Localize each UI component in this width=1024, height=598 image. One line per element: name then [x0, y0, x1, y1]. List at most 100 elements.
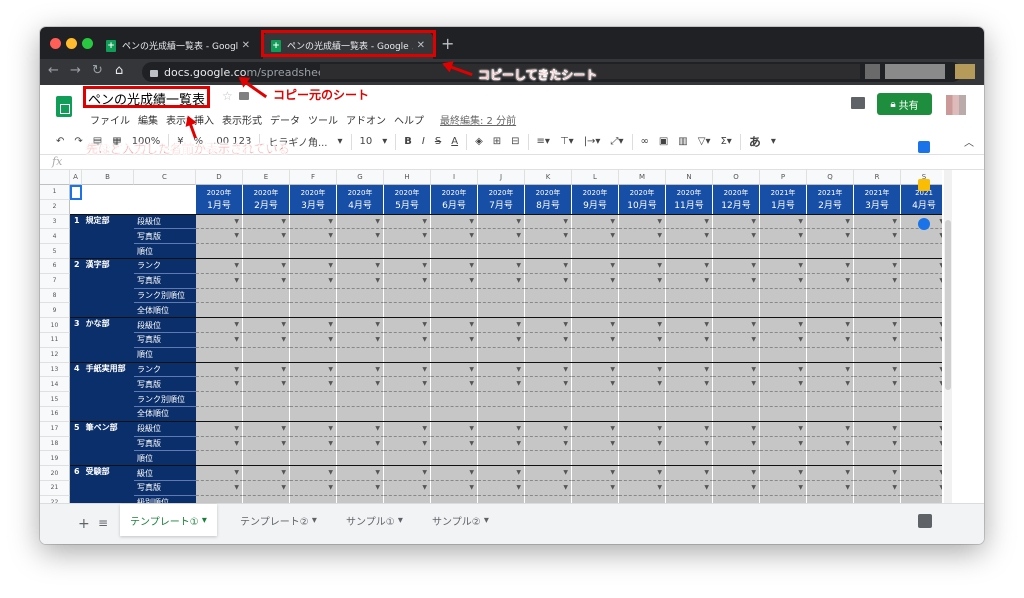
data-cell[interactable]: ▼: [854, 333, 901, 348]
back-icon[interactable]: ←: [48, 63, 59, 78]
dropdown-icon[interactable]: ▼: [845, 484, 850, 491]
dropdown-icon[interactable]: ▼: [845, 321, 850, 328]
sheet-tab-template2[interactable]: テンプレート② ▾: [230, 504, 327, 536]
data-cell[interactable]: [901, 347, 942, 363]
data-cell[interactable]: [290, 495, 337, 503]
sheet-tab-sample1[interactable]: サンプル① ▾: [336, 504, 413, 536]
dropdown-icon[interactable]: ▼: [892, 366, 897, 373]
data-cell[interactable]: ▼: [478, 466, 525, 481]
data-cell[interactable]: ▼: [431, 436, 478, 452]
month-header-cell[interactable]: 2020年 2月号: [243, 185, 290, 215]
data-cell[interactable]: ▼: [478, 214, 525, 230]
dropdown-icon[interactable]: ▼: [375, 469, 380, 476]
data-cell[interactable]: ▼: [666, 273, 713, 289]
dropdown-icon[interactable]: ▼: [704, 440, 709, 447]
dropdown-icon[interactable]: ▼: [845, 380, 850, 387]
dropdown-icon[interactable]: ▼: [610, 277, 615, 284]
dropdown-icon[interactable]: ▼: [516, 336, 521, 343]
selected-cell[interactable]: [70, 185, 82, 200]
data-cell[interactable]: ▼: [807, 377, 854, 393]
data-cell[interactable]: ▼: [619, 362, 666, 378]
data-cell[interactable]: [854, 451, 901, 467]
data-cell[interactable]: ▼: [384, 259, 431, 274]
data-cell[interactable]: [384, 244, 431, 259]
dropdown-icon[interactable]: ▼: [234, 232, 239, 239]
data-cell[interactable]: ▼: [572, 362, 619, 378]
dropdown-icon[interactable]: ▼: [281, 218, 286, 225]
data-cell[interactable]: ▼: [760, 421, 807, 437]
data-cell[interactable]: [572, 451, 619, 467]
data-cell[interactable]: ▼: [196, 259, 243, 274]
data-cell[interactable]: [431, 451, 478, 467]
row-header[interactable]: 12: [40, 347, 70, 363]
data-cell[interactable]: ▼: [196, 229, 243, 245]
data-cell[interactable]: [572, 347, 619, 363]
data-cell[interactable]: [713, 303, 760, 319]
row-header[interactable]: 13: [40, 362, 70, 378]
data-cell[interactable]: [807, 495, 854, 503]
keep-icon[interactable]: [918, 179, 930, 191]
data-cell[interactable]: [431, 303, 478, 319]
dropdown-icon[interactable]: ▼: [328, 440, 333, 447]
dropdown-icon[interactable]: ▼: [892, 440, 897, 447]
data-cell[interactable]: ▼: [760, 259, 807, 274]
data-cell[interactable]: ▼: [713, 481, 760, 496]
dropdown-icon[interactable]: ▼: [375, 440, 380, 447]
dropdown-icon[interactable]: ▼: [798, 469, 803, 476]
data-cell[interactable]: [572, 303, 619, 319]
data-cell[interactable]: ▼: [807, 362, 854, 378]
data-cell[interactable]: [478, 288, 525, 304]
data-cell[interactable]: ▼: [478, 481, 525, 496]
dropdown-icon[interactable]: ▼: [328, 218, 333, 225]
dropdown-icon[interactable]: ▼: [751, 218, 756, 225]
data-cell[interactable]: ▼: [290, 259, 337, 274]
dropdown-icon[interactable]: ▼: [234, 380, 239, 387]
data-cell[interactable]: [619, 303, 666, 319]
data-cell[interactable]: ▼: [431, 466, 478, 481]
item-label[interactable]: 写真版: [134, 333, 196, 348]
data-cell[interactable]: ▼: [525, 333, 572, 348]
data-cell[interactable]: ▼: [431, 377, 478, 393]
data-cell[interactable]: [666, 347, 713, 363]
dropdown-icon[interactable]: ▼: [939, 232, 942, 239]
comment-icon[interactable]: [851, 97, 865, 109]
dropdown-icon[interactable]: ▼: [657, 425, 662, 432]
merge-cells-icon[interactable]: ⊟: [506, 136, 524, 147]
dropdown-icon[interactable]: ▼: [563, 440, 568, 447]
dropdown-icon[interactable]: ▼: [281, 425, 286, 432]
row-header[interactable]: 4: [40, 229, 70, 245]
row-header[interactable]: 2: [40, 199, 70, 215]
column-header[interactable]: M: [619, 170, 666, 185]
data-cell[interactable]: [525, 303, 572, 319]
dropdown-icon[interactable]: ▼: [469, 277, 474, 284]
item-label[interactable]: 順位: [134, 244, 196, 259]
data-cell[interactable]: ▼: [619, 318, 666, 333]
data-cell[interactable]: ▼: [807, 229, 854, 245]
data-cell[interactable]: [619, 347, 666, 363]
chevron-down-icon[interactable]: ▾: [332, 136, 347, 147]
data-cell[interactable]: [901, 303, 942, 319]
dropdown-icon[interactable]: ▼: [469, 321, 474, 328]
data-cell[interactable]: [337, 288, 384, 304]
data-cell[interactable]: ▼: [290, 318, 337, 333]
month-header-cell[interactable]: 2020年 9月号: [572, 185, 619, 215]
home-icon[interactable]: ⌂: [115, 63, 123, 78]
dropdown-icon[interactable]: ▼: [328, 425, 333, 432]
dropdown-icon[interactable]: ▼: [704, 232, 709, 239]
data-cell[interactable]: [525, 451, 572, 467]
dropdown-icon[interactable]: ▼: [798, 440, 803, 447]
data-cell[interactable]: ▼: [337, 214, 384, 230]
data-cell[interactable]: ▼: [431, 481, 478, 496]
dropdown-icon[interactable]: ▼: [281, 321, 286, 328]
input-tools-button[interactable]: あ: [744, 133, 766, 150]
data-cell[interactable]: ▼: [666, 466, 713, 481]
data-cell[interactable]: ▼: [713, 333, 760, 348]
dropdown-icon[interactable]: ▼: [375, 218, 380, 225]
data-cell[interactable]: [478, 392, 525, 407]
data-cell[interactable]: [807, 451, 854, 467]
data-cell[interactable]: ▼: [478, 229, 525, 245]
data-cell[interactable]: [196, 407, 243, 422]
dropdown-icon[interactable]: ▼: [798, 277, 803, 284]
dropdown-icon[interactable]: ▼: [892, 336, 897, 343]
data-cell[interactable]: [196, 495, 243, 503]
